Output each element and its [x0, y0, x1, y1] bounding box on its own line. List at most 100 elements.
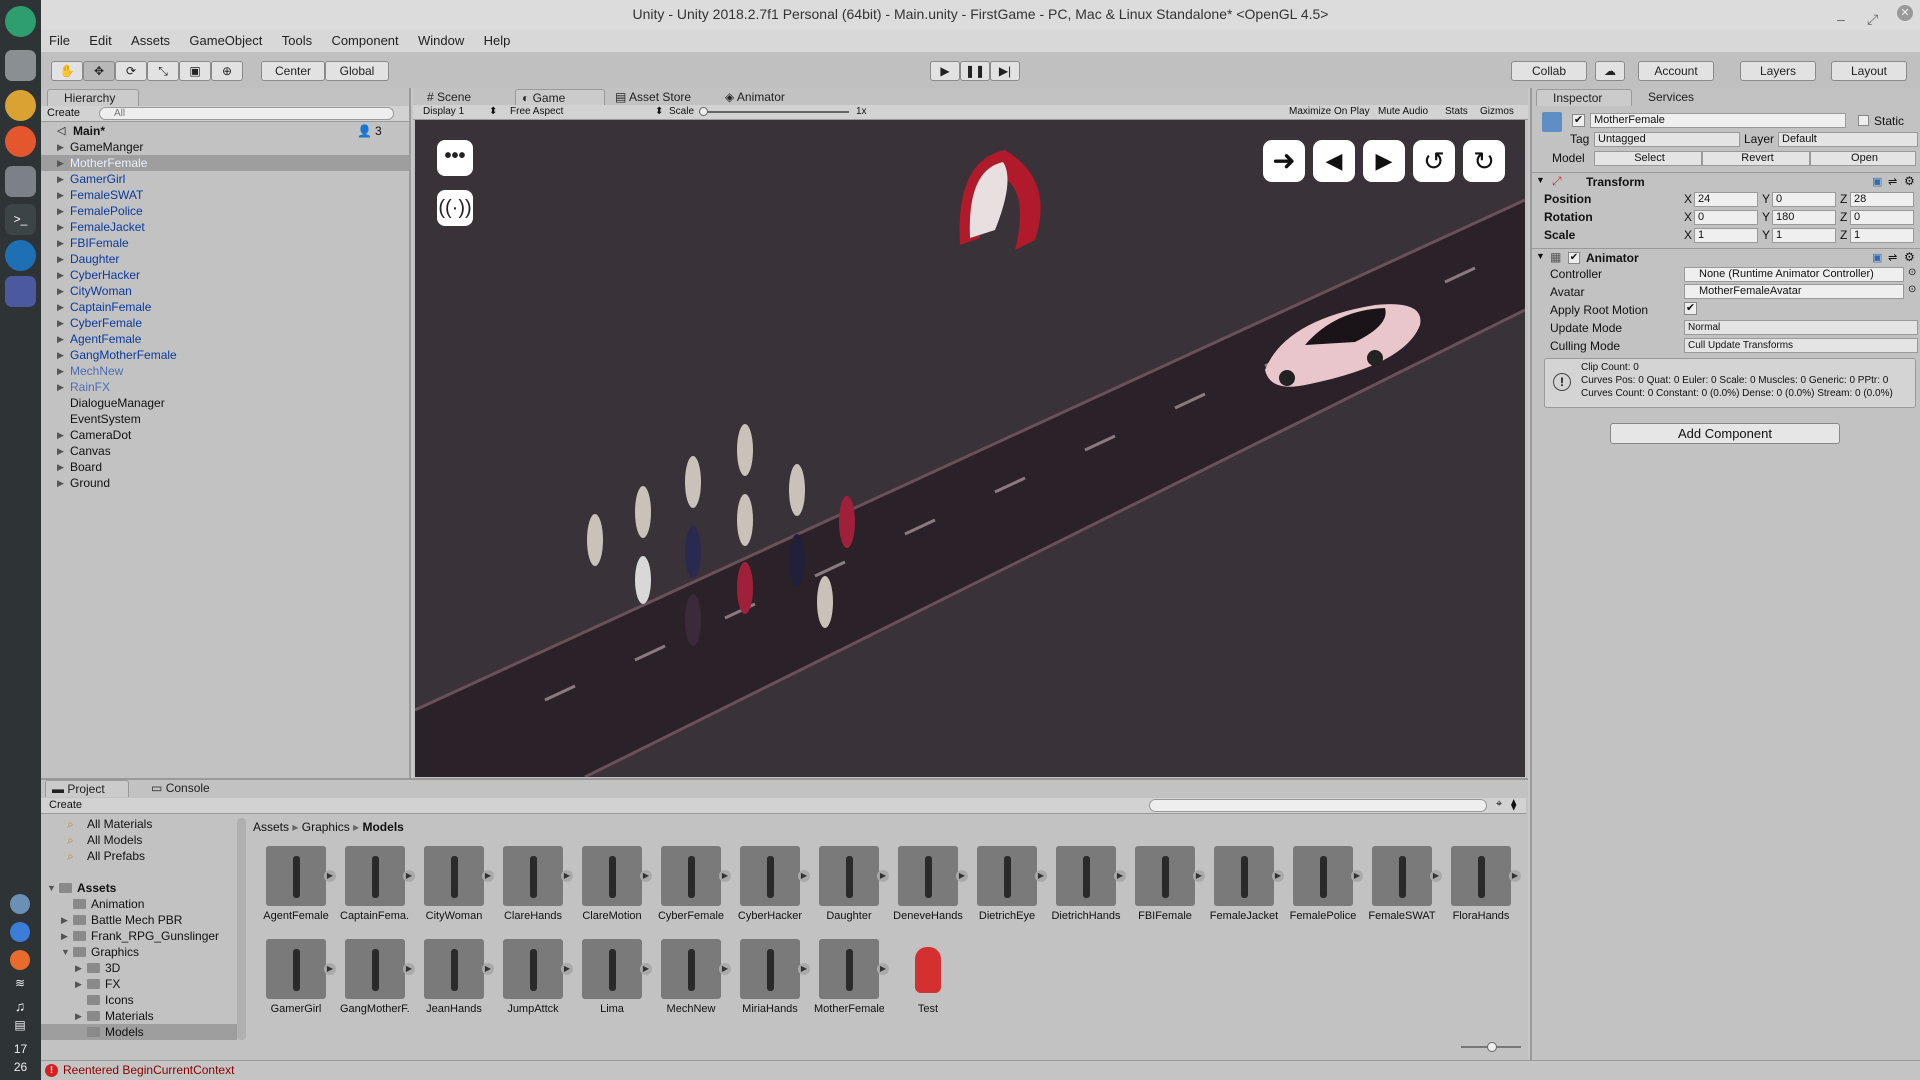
hierarchy-item[interactable]: ▶ Canvas — [41, 443, 411, 459]
asset-item[interactable]: ▶ DeneveHands — [893, 846, 968, 922]
stats-toggle[interactable]: Stats — [1445, 105, 1468, 119]
active-checkbox[interactable]: ✔ — [1572, 114, 1585, 127]
expand-asset-icon[interactable]: ▶ — [403, 963, 415, 975]
rect-tool-button[interactable]: ▣ — [179, 61, 211, 81]
tab-hierarchy[interactable]: Hierarchy — [47, 89, 139, 106]
tab-asset-store[interactable]: ▤ Asset Store — [609, 89, 697, 106]
collapse-arrow-icon[interactable]: ▼ — [61, 944, 70, 960]
pause-button[interactable]: ❚❚ — [960, 61, 990, 81]
scene-root[interactable]: ◁ Main* 👤 3 — [41, 123, 409, 139]
tab-services[interactable]: Services — [1636, 89, 1716, 106]
asset-item[interactable]: ▶ DietrichEye — [972, 846, 1047, 922]
static-checkbox[interactable] — [1858, 115, 1869, 126]
collapse-arrow-icon[interactable]: ▼ — [47, 880, 56, 896]
expand-arrow-icon[interactable]: ▶ — [57, 203, 64, 219]
expand-arrow-icon[interactable]: ▶ — [57, 235, 64, 251]
expand-arrow-icon[interactable]: ▶ — [57, 315, 64, 331]
gear-icon[interactable]: ⚙ — [1904, 250, 1915, 264]
hierarchy-item[interactable]: ▶ Board — [41, 459, 411, 475]
hierarchy-item[interactable]: ▶ CyberHacker — [41, 267, 411, 283]
transform-y-field[interactable]: 180 — [1772, 210, 1836, 225]
expand-arrow-icon[interactable]: ▶ — [57, 379, 64, 395]
menu-tools[interactable]: Tools — [274, 30, 320, 52]
asset-item[interactable]: ▶ DietrichHands — [1051, 846, 1126, 922]
pivot-center-button[interactable]: Center — [261, 61, 325, 81]
menu-gameobject[interactable]: GameObject — [181, 30, 270, 52]
expand-arrow-icon[interactable]: ▶ — [57, 187, 64, 203]
controller-field[interactable]: None (Runtime Animator Controller) — [1684, 267, 1904, 282]
asset-item[interactable]: ▶ AgentFemale — [261, 846, 336, 922]
expand-asset-icon[interactable]: ▶ — [956, 870, 968, 882]
asset-item[interactable]: ▶ CaptainFema... — [340, 846, 415, 922]
expand-arrow-icon[interactable]: ▶ — [57, 363, 64, 379]
asset-item[interactable]: ▶ ClareHands — [498, 846, 573, 922]
hierarchy-item[interactable]: EventSystem — [41, 411, 411, 427]
broadcast-icon[interactable]: ((·)) — [437, 190, 473, 226]
filter-by-label-icon[interactable]: ⧫ — [1511, 798, 1516, 811]
transform-tool-button[interactable]: ⊕ — [211, 61, 243, 81]
expand-arrow-icon[interactable]: ▶ — [57, 267, 64, 283]
asset-item[interactable]: Test — [893, 939, 963, 1015]
model-select-button[interactable]: Select — [1594, 151, 1702, 166]
tree-scrollbar[interactable] — [237, 818, 246, 1040]
tab-console[interactable]: ▭ Console — [145, 780, 216, 797]
expand-asset-icon[interactable]: ▶ — [1193, 870, 1205, 882]
favorite-item[interactable]: ⌕ All Materials — [41, 816, 237, 832]
hierarchy-create-button[interactable]: Create — [47, 107, 80, 119]
expand-arrow-icon[interactable]: ▶ — [57, 347, 64, 363]
tray-clipboard-icon[interactable]: ▤ — [10, 1018, 30, 1034]
expand-asset-icon[interactable]: ▶ — [798, 870, 810, 882]
asset-item[interactable]: ▶ MechNew — [656, 939, 731, 1015]
undo-icon[interactable]: ↺ — [1413, 140, 1455, 182]
tab-project[interactable]: ▬ Project — [45, 780, 129, 797]
menu-component[interactable]: Component — [323, 30, 406, 52]
preset-icon[interactable]: ⇌ — [1888, 251, 1897, 264]
tray-firefox-icon[interactable] — [10, 950, 30, 970]
maximize-icon[interactable]: ⤢ — [1867, 5, 1878, 33]
expand-asset-icon[interactable]: ▶ — [561, 963, 573, 975]
transform-z-field[interactable]: 0 — [1850, 210, 1914, 225]
hierarchy-item[interactable]: ▶ FemalePolice — [41, 203, 411, 219]
tab-inspector[interactable]: Inspector — [1536, 89, 1632, 106]
hierarchy-item[interactable]: ▶ FemaleJacket — [41, 219, 411, 235]
help-icon[interactable]: ▣ — [1872, 251, 1882, 264]
asset-item[interactable]: ▶ CyberHacker — [735, 846, 810, 922]
help-icon[interactable]: ▣ — [1872, 175, 1882, 188]
redo-icon[interactable]: ↻ — [1463, 140, 1505, 182]
hierarchy-item[interactable]: ▶ CityWoman — [41, 283, 411, 299]
hierarchy-item[interactable]: ▶ AgentFemale — [41, 331, 411, 347]
hierarchy-item[interactable]: ▶ RainFX — [41, 379, 411, 395]
expand-arrow-icon[interactable]: ▶ — [75, 960, 82, 976]
layer-dropdown[interactable]: Default — [1778, 132, 1918, 147]
expand-asset-icon[interactable]: ▶ — [877, 963, 889, 975]
preset-icon[interactable]: ⇌ — [1888, 175, 1897, 188]
expand-arrow-icon[interactable]: ▶ — [75, 1008, 82, 1024]
expand-arrow-icon[interactable]: ▶ — [57, 427, 64, 443]
culling-mode-dropdown[interactable]: Cull Update Transforms — [1684, 338, 1918, 353]
folder-item[interactable]: ▶ Frank_RPG_Gunslinger — [41, 928, 237, 944]
layers-dropdown[interactable]: Layers — [1740, 61, 1816, 81]
expand-asset-icon[interactable]: ▶ — [324, 870, 336, 882]
asset-item[interactable]: ▶ JumpAttck — [498, 939, 573, 1015]
expand-asset-icon[interactable]: ▶ — [877, 870, 889, 882]
cloud-icon[interactable]: ☁ — [1595, 61, 1625, 81]
expand-arrow-icon[interactable]: ▶ — [57, 219, 64, 235]
expand-asset-icon[interactable]: ▶ — [403, 870, 415, 882]
layout-dropdown[interactable]: Layout — [1831, 61, 1907, 81]
folder-item[interactable]: Icons — [41, 992, 237, 1008]
expand-arrow-icon[interactable]: ▶ — [57, 139, 64, 155]
asset-item[interactable]: ▶ FemaleJacket — [1209, 846, 1284, 922]
asset-item[interactable]: ▶ ClareMotion — [577, 846, 652, 922]
zoom-slider-thumb[interactable] — [1487, 1042, 1497, 1052]
tray-wifi-icon[interactable]: ≋ — [10, 976, 30, 992]
move-tool-button[interactable]: ✥ — [83, 61, 115, 81]
hand-tool-button[interactable]: ✋ — [51, 61, 83, 81]
breadcrumb-item[interactable]: Graphics — [302, 820, 350, 834]
tray-bluetooth-icon[interactable] — [10, 922, 30, 942]
maximize-on-play-toggle[interactable]: Maximize On Play — [1289, 105, 1370, 119]
filter-by-type-icon[interactable]: ⌖ — [1496, 798, 1502, 811]
folder-item[interactable]: ▶ Battle Mech PBR — [41, 912, 237, 928]
asset-item[interactable]: ▶ Daughter — [814, 846, 889, 922]
folder-item[interactable]: ▶ Materials — [41, 1008, 237, 1024]
asset-item[interactable]: ▶ MotherFemale — [814, 939, 889, 1015]
